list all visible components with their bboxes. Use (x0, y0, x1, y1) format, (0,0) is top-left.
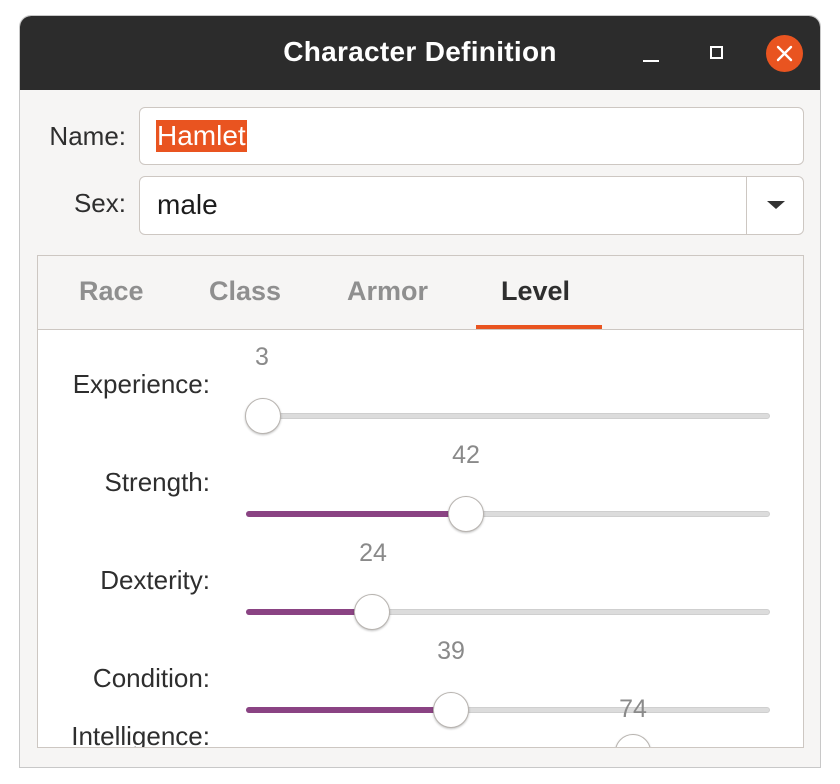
dexterity-label: Dexterity: (100, 565, 210, 595)
sex-combobox[interactable]: male (139, 176, 804, 235)
sex-combobox-value: male (157, 189, 218, 220)
sex-label: Sex: (73, 188, 126, 218)
name-label: Name: (49, 121, 126, 151)
experience-slider-trough[interactable] (246, 413, 770, 419)
maximize-button[interactable] (700, 36, 736, 72)
tab-race[interactable]: Race (79, 276, 144, 307)
condition-value: 39 (437, 637, 465, 665)
tab-bar: Race Class Armor Level (38, 256, 803, 330)
strength-value: 42 (452, 441, 480, 469)
active-tab-indicator (476, 325, 602, 329)
strength-label: Strength: (104, 467, 210, 497)
experience-slider-handle[interactable] (245, 398, 281, 434)
strength-slider-fill (246, 511, 466, 517)
tab-class[interactable]: Class (209, 276, 281, 307)
minimize-button[interactable] (634, 36, 670, 72)
experience-label: Experience: (72, 369, 210, 399)
tab-armor[interactable]: Armor (347, 276, 428, 307)
condition-slider-fill (246, 707, 451, 713)
name-field-selected-text: Hamlet (156, 120, 247, 152)
intelligence-slider-handle[interactable] (615, 734, 651, 747)
combobox-separator (746, 177, 747, 234)
intelligence-label: Intelligence: (71, 721, 210, 748)
tab-level[interactable]: Level (501, 276, 570, 307)
strength-slider-trough[interactable] (246, 511, 770, 517)
experience-value: 3 (255, 343, 269, 371)
close-icon (776, 45, 793, 62)
dexterity-slider-handle[interactable] (354, 594, 390, 630)
condition-slider-handle[interactable] (433, 692, 469, 728)
intelligence-value: 74 (619, 695, 647, 723)
dexterity-value: 24 (359, 539, 387, 567)
dexterity-slider-trough[interactable] (246, 609, 770, 615)
strength-slider-handle[interactable] (448, 496, 484, 532)
tab-notebook: Race Class Armor Level Experience: 3 Str… (37, 255, 804, 748)
name-field[interactable]: Hamlet (139, 107, 804, 165)
condition-slider-trough[interactable] (246, 707, 770, 713)
condition-label: Condition: (92, 663, 210, 693)
title-bar[interactable]: Character Definition (20, 16, 820, 90)
close-button[interactable] (766, 35, 803, 72)
chevron-down-icon[interactable] (767, 201, 785, 209)
character-definition-window: Character Definition Name: Hamlet Sex: m… (19, 15, 821, 768)
